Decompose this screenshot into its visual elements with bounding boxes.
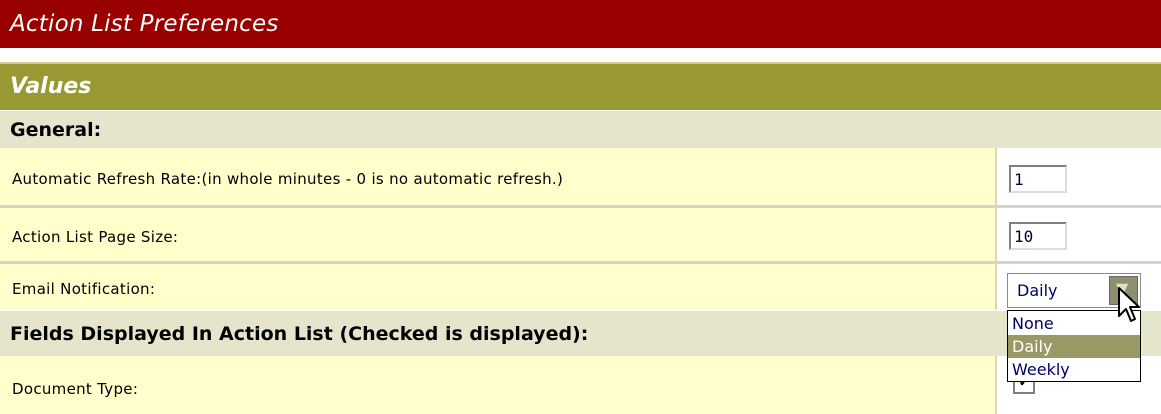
page-size-row: Action List Page Size: bbox=[0, 208, 1161, 262]
document-type-label: Document Type: bbox=[12, 380, 139, 398]
email-notification-row: Email Notification: bbox=[0, 264, 1161, 310]
document-type-row: Document Type: bbox=[0, 356, 1161, 414]
section-general: General: bbox=[0, 110, 1161, 148]
section-general-title: General: bbox=[10, 119, 102, 141]
option-daily[interactable]: Daily bbox=[1008, 335, 1140, 358]
section-fields: Fields Displayed In Action List (Checked… bbox=[0, 310, 1161, 356]
page-title: Action List Preferences bbox=[10, 11, 279, 37]
refresh-rate-label: Automatic Refresh Rate:(in whole minutes… bbox=[12, 170, 564, 188]
refresh-rate-input[interactable]: 1 bbox=[1009, 165, 1067, 193]
page-size-input[interactable]: 10 bbox=[1009, 222, 1067, 250]
values-header: Values bbox=[0, 62, 1161, 110]
refresh-rate-row: Automatic Refresh Rate:(in whole minutes… bbox=[0, 148, 1161, 206]
page-title-bar: Action List Preferences bbox=[0, 0, 1161, 50]
option-weekly[interactable]: Weekly bbox=[1008, 358, 1140, 381]
email-notification-selected: Daily bbox=[1017, 281, 1058, 300]
section-fields-title: Fields Displayed In Action List (Checked… bbox=[10, 323, 589, 345]
mouse-pointer-icon bbox=[1118, 287, 1140, 322]
email-notification-label: Email Notification: bbox=[12, 280, 156, 298]
values-title: Values bbox=[10, 74, 92, 99]
page-size-label: Action List Page Size: bbox=[12, 228, 179, 246]
